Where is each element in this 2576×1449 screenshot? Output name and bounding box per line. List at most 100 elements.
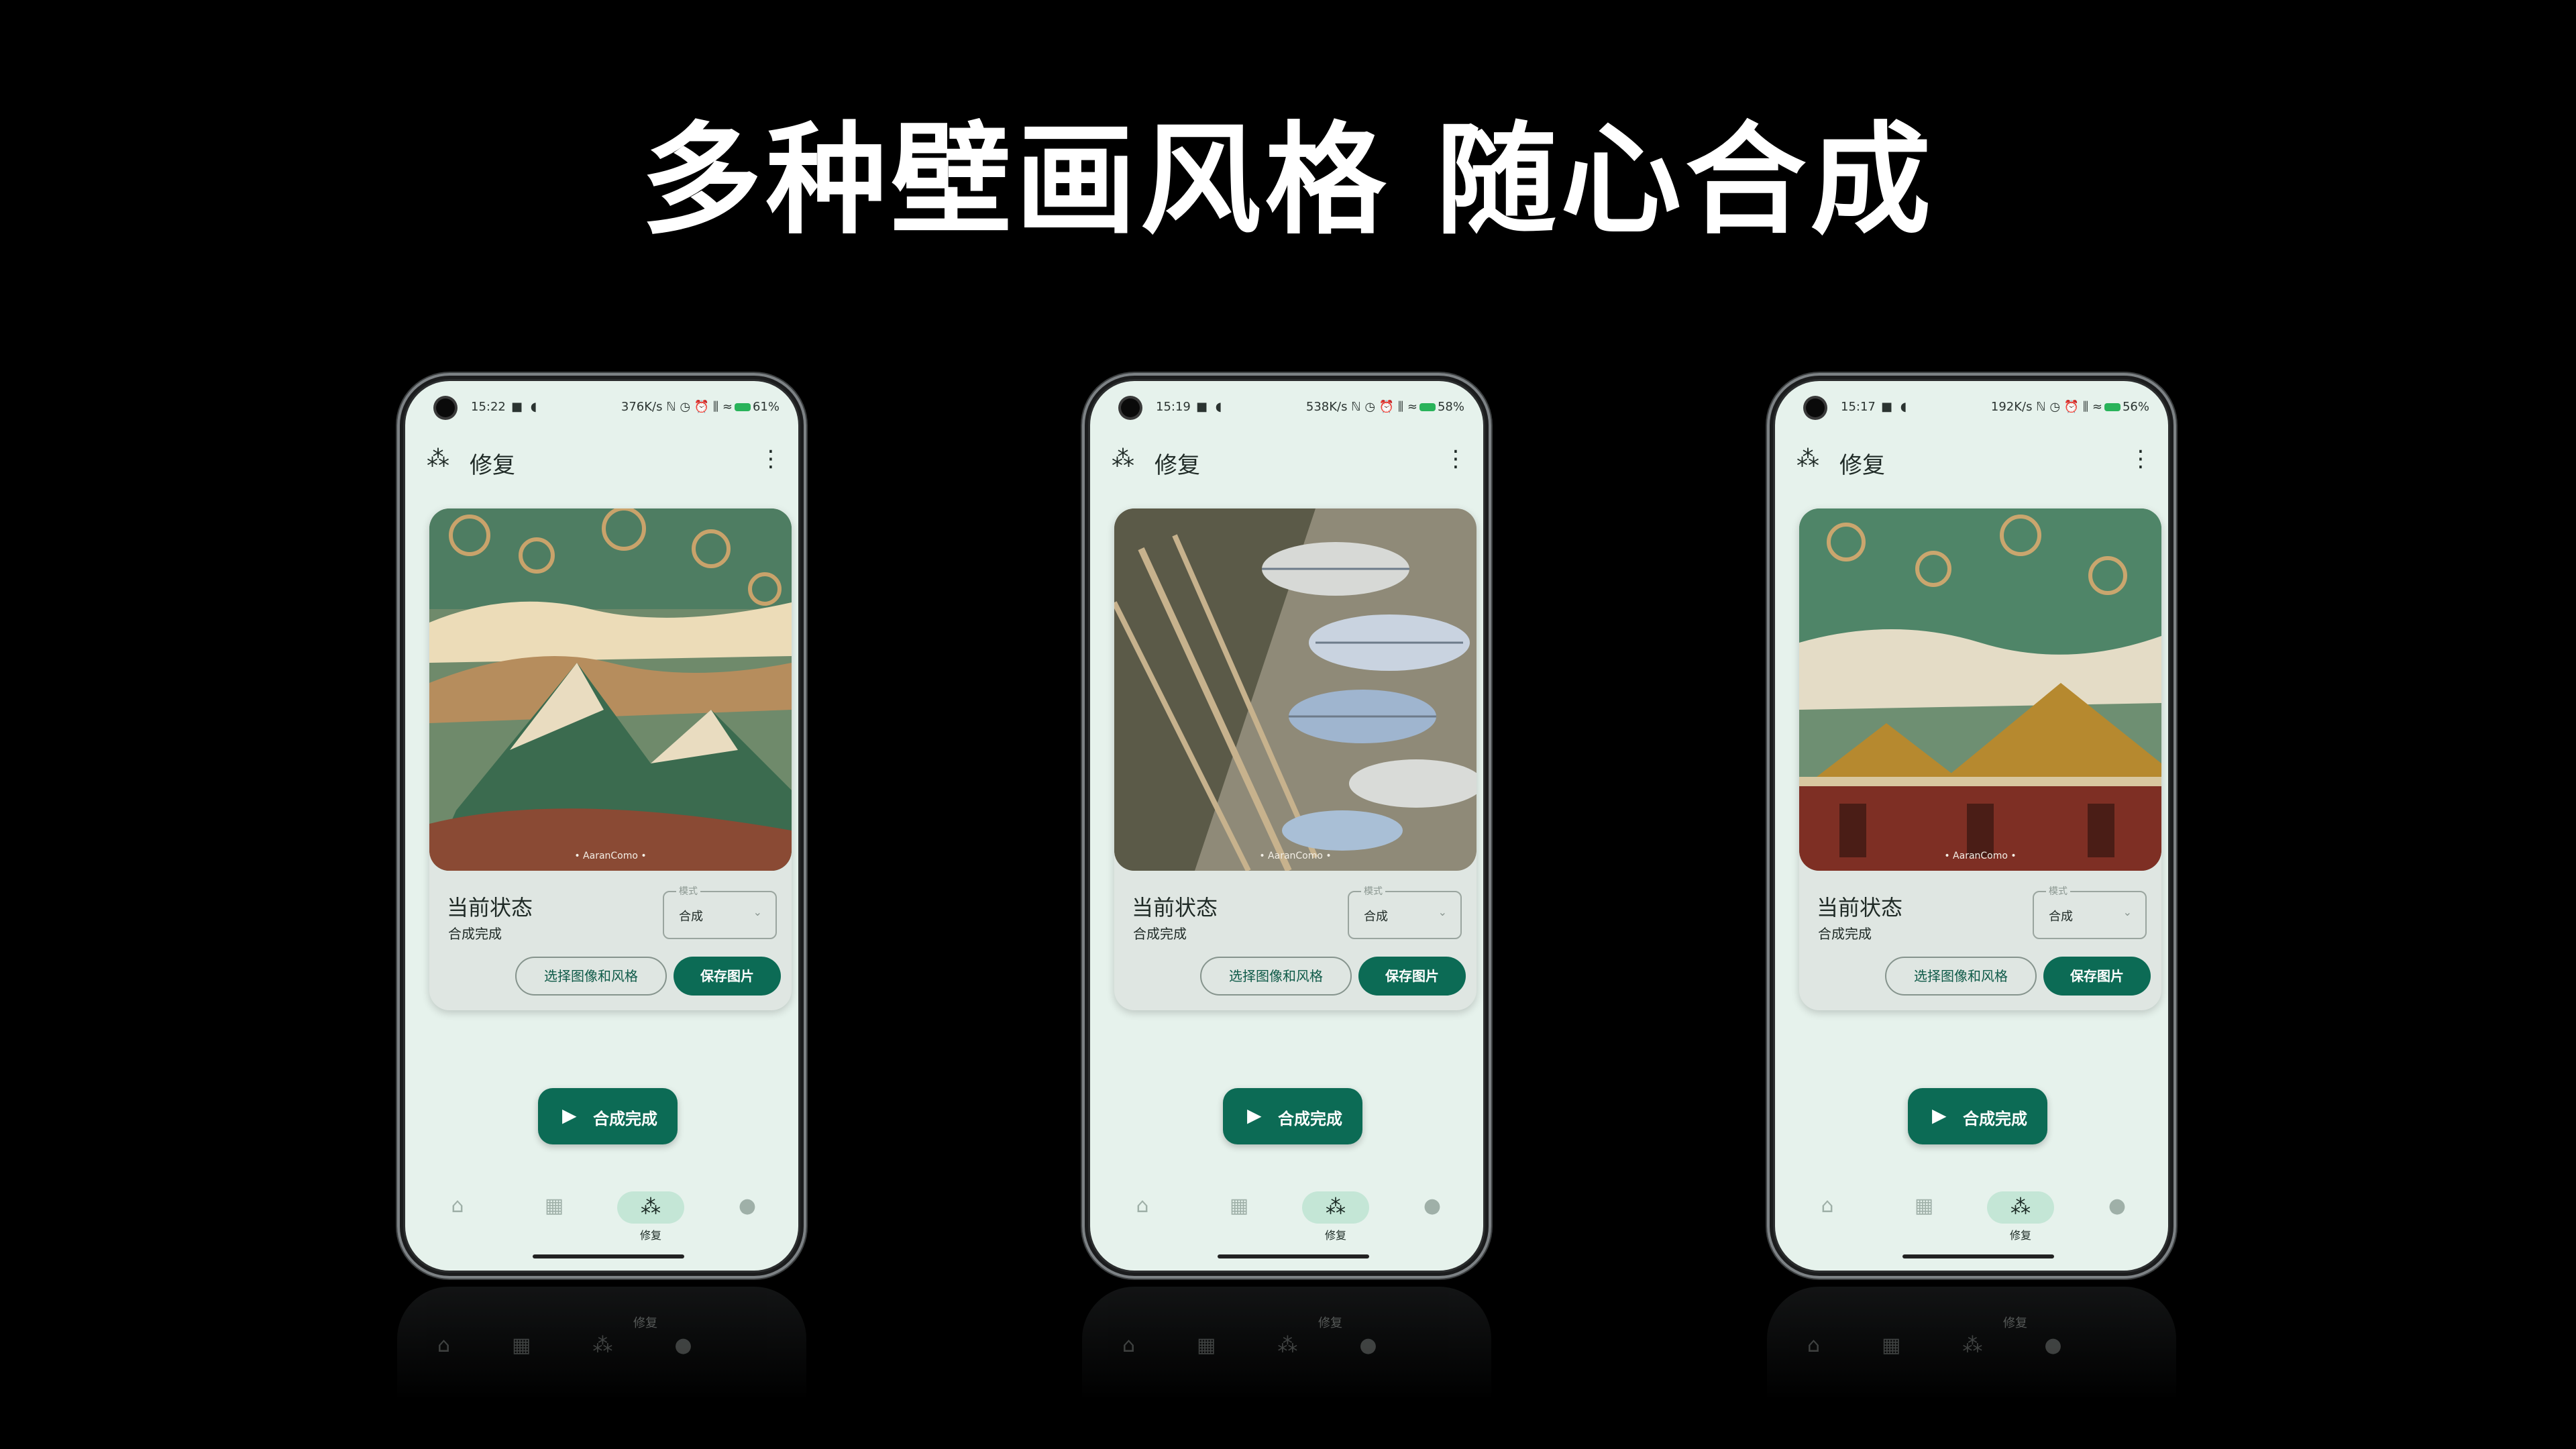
nav-restore[interactable]: ⁂ 修复 xyxy=(617,1191,684,1242)
mode-select[interactable]: 模式 合成 ⌄ xyxy=(1348,884,1462,939)
nav-gallery[interactable]: ▦ xyxy=(521,1191,588,1234)
bottom-nav: ⌂ ▦ ⁂ 修复 ● xyxy=(1775,1179,2168,1253)
status-bar: 15:22 ■ ◖ 376K/s ℕ ◷ ⏰ ⫼ ≈ 61% xyxy=(405,381,798,419)
fab-label: 合成完成 xyxy=(1278,1110,1342,1128)
select-image-style-button[interactable]: 选择图像和风格 xyxy=(1885,957,2037,996)
grid-icon: ▦ xyxy=(544,1194,564,1218)
status-notification-icons: ■ ◖ xyxy=(1881,400,1909,414)
app-bar: ⁂ 修复 ⋮ xyxy=(1090,435,1483,488)
battery-level: 61% xyxy=(752,400,780,414)
person-icon: ● xyxy=(2108,1194,2127,1218)
more-vert-icon[interactable]: ⋮ xyxy=(2129,445,2152,472)
more-vert-icon[interactable]: ⋮ xyxy=(1444,445,1467,472)
chevron-down-icon: ⌄ xyxy=(1438,906,1447,918)
nav-profile[interactable]: ● xyxy=(2084,1191,2151,1234)
reflection-icons: ⌂▦⁂● xyxy=(437,1334,754,1357)
mode-select[interactable]: 模式 合成 ⌄ xyxy=(2033,884,2147,939)
artwork-temple: • AaranComo • xyxy=(1799,508,2161,871)
magic-wand-icon: ⁂ xyxy=(427,445,449,472)
app-bar: ⁂ 修复 ⋮ xyxy=(1775,435,2168,488)
nav-restore-label: 修复 xyxy=(1324,1229,1346,1242)
result-card: • AaranComo • 当前状态 合成完成 模式 合成 ⌄ 选择图像和风格 … xyxy=(1799,508,2161,1010)
nav-profile[interactable]: ● xyxy=(714,1191,781,1234)
battery-level: 58% xyxy=(1437,400,1464,414)
state-value: 合成完成 xyxy=(1133,926,1187,942)
status-bar: 15:19 ■ ◖ 538K/s ℕ ◷ ⏰ ⫼ ≈ 58% xyxy=(1090,381,1483,419)
phone-reflection: 修复 ⌂▦⁂● xyxy=(397,1287,806,1421)
artwork-umbrellas: • AaranComo • xyxy=(1114,508,1477,871)
nav-home[interactable]: ⌂ xyxy=(1109,1191,1176,1234)
front-camera xyxy=(1806,398,1825,417)
app-bar: ⁂ 修复 ⋮ xyxy=(405,435,798,488)
home-indicator xyxy=(1218,1254,1369,1258)
select-image-style-button[interactable]: 选择图像和风格 xyxy=(515,957,667,996)
status-time: 15:17 xyxy=(1841,400,1876,414)
save-image-button[interactable]: 保存图片 xyxy=(2043,957,2151,996)
art-watermark: • AaranComo • xyxy=(574,851,646,861)
status-right: 376K/s ℕ ◷ ⏰ ⫼ ≈ 61% xyxy=(621,400,780,414)
battery-icon xyxy=(1419,403,1436,411)
nav-home[interactable]: ⌂ xyxy=(1794,1191,1861,1234)
more-vert-icon[interactable]: ⋮ xyxy=(759,445,782,472)
phone-mockup-3: 15:17 ■ ◖ 192K/s ℕ ◷ ⏰ ⫼ ≈56% ⁂ 修复 ⋮ • A… xyxy=(1767,373,2176,1422)
synthesize-fab[interactable]: ▶ 合成完成 xyxy=(538,1088,678,1144)
status-indicators: 376K/s ℕ ◷ ⏰ ⫼ ≈ xyxy=(621,400,733,414)
mode-label: 模式 xyxy=(676,884,700,898)
bottom-nav: ⌂ ▦ ⁂ 修复 ● xyxy=(1090,1179,1483,1253)
status-right: 538K/s ℕ ◷ ⏰ ⫼ ≈ 58% xyxy=(1306,400,1464,414)
bottom-nav: ⌂ ▦ ⁂ 修复 ● xyxy=(405,1179,798,1253)
nav-home[interactable]: ⌂ xyxy=(424,1191,491,1234)
mode-value: 合成 xyxy=(2049,910,2073,924)
status-time: 15:19 xyxy=(1156,400,1191,414)
nav-gallery[interactable]: ▦ xyxy=(1205,1191,1273,1234)
mode-value: 合成 xyxy=(679,910,703,924)
nav-restore[interactable]: ⁂ 修复 xyxy=(1302,1191,1369,1242)
grid-icon: ▦ xyxy=(1914,1194,1934,1218)
page-title: 修复 xyxy=(470,452,515,479)
save-image-button[interactable]: 保存图片 xyxy=(1358,957,1466,996)
home-icon: ⌂ xyxy=(451,1194,464,1218)
magic-wand-icon: ⁂ xyxy=(1302,1191,1369,1224)
home-icon: ⌂ xyxy=(1821,1194,1834,1218)
mode-value: 合成 xyxy=(1364,910,1388,924)
select-image-style-button[interactable]: 选择图像和风格 xyxy=(1200,957,1352,996)
reflection-icons: ⌂▦⁂● xyxy=(1807,1334,2124,1357)
synthesize-fab[interactable]: ▶ 合成完成 xyxy=(1908,1088,2047,1144)
synthesize-fab[interactable]: ▶ 合成完成 xyxy=(1223,1088,1362,1144)
mode-label: 模式 xyxy=(2046,884,2070,898)
status-time: 15:22 xyxy=(471,400,506,414)
save-image-button[interactable]: 保存图片 xyxy=(674,957,781,996)
phone-screen: 15:19 ■ ◖ 538K/s ℕ ◷ ⏰ ⫼ ≈58% ⁂ 修复 ⋮ • A… xyxy=(1090,381,1483,1271)
fab-label: 合成完成 xyxy=(1963,1110,2027,1128)
state-title: 当前状态 xyxy=(1817,895,1903,920)
state-value: 合成完成 xyxy=(448,926,502,942)
phone-screen: 15:17 ■ ◖ 192K/s ℕ ◷ ⏰ ⫼ ≈56% ⁂ 修复 ⋮ • A… xyxy=(1775,381,2168,1271)
phone-frame: 15:19 ■ ◖ 538K/s ℕ ◷ ⏰ ⫼ ≈58% ⁂ 修复 ⋮ • A… xyxy=(1082,373,1491,1279)
status-indicators: 538K/s ℕ ◷ ⏰ ⫼ ≈ xyxy=(1305,400,1417,414)
nav-profile[interactable]: ● xyxy=(1399,1191,1466,1234)
play-icon: ▶ xyxy=(562,1104,577,1126)
phone-frame: 15:17 ■ ◖ 192K/s ℕ ◷ ⏰ ⫼ ≈56% ⁂ 修复 ⋮ • A… xyxy=(1767,373,2176,1279)
mode-select[interactable]: 模式 合成 ⌄ xyxy=(663,884,777,939)
state-title: 当前状态 xyxy=(1132,895,1218,920)
art-watermark: • AaranComo • xyxy=(1259,851,1331,861)
page-title: 修复 xyxy=(1155,452,1200,479)
grid-icon: ▦ xyxy=(1229,1194,1249,1218)
home-indicator xyxy=(1902,1254,2054,1258)
play-icon: ▶ xyxy=(1932,1104,1947,1126)
reflection-label: 修复 xyxy=(2003,1316,2027,1330)
nav-gallery[interactable]: ▦ xyxy=(1890,1191,1957,1234)
art-watermark: • AaranComo • xyxy=(1944,851,2016,861)
nav-restore[interactable]: ⁂ 修复 xyxy=(1987,1191,2054,1242)
phone-reflection: 修复 ⌂▦⁂● xyxy=(1082,1287,1491,1421)
page-title: 修复 xyxy=(1839,452,1885,479)
result-card: • AaranComo • 当前状态 合成完成 模式 合成 ⌄ 选择图像和风格 … xyxy=(429,508,792,1010)
home-icon: ⌂ xyxy=(1136,1194,1149,1218)
status-right: 192K/s ℕ ◷ ⏰ ⫼ ≈ 56% xyxy=(1991,400,2149,414)
reflection-label: 修复 xyxy=(1318,1316,1342,1330)
magic-wand-icon: ⁂ xyxy=(617,1191,684,1224)
artwork-mountains: • AaranComo • xyxy=(429,508,792,871)
headline: 多种壁画风格 随心合成 xyxy=(641,111,1935,251)
nav-restore-label: 修复 xyxy=(639,1229,661,1242)
person-icon: ● xyxy=(738,1194,757,1218)
